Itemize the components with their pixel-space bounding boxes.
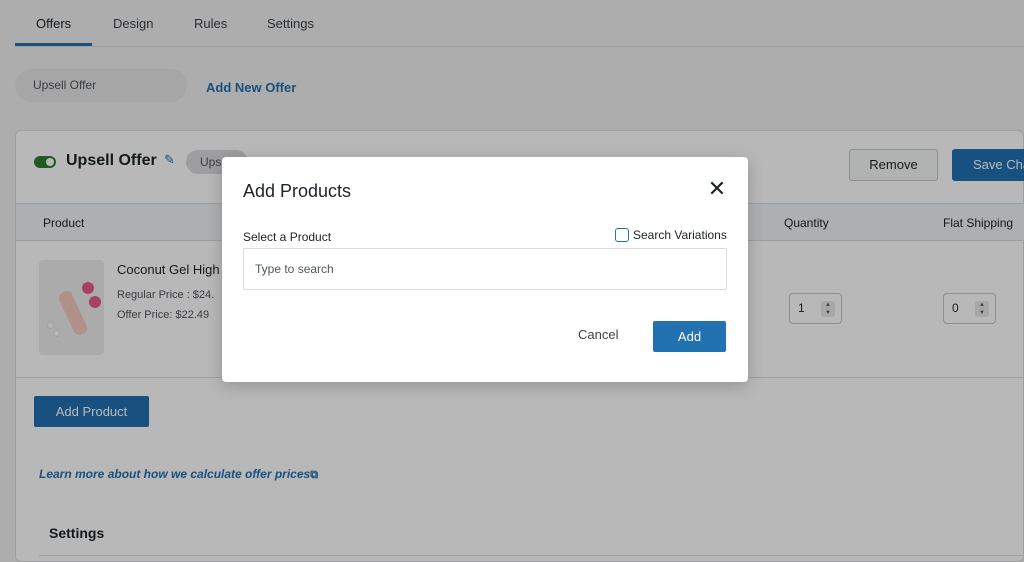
modal-title: Add Products xyxy=(243,181,352,201)
add-button[interactable]: Add xyxy=(653,321,726,352)
search-variations-label: Search Variations xyxy=(633,228,727,242)
close-icon[interactable]: ✕ xyxy=(706,178,728,201)
search-variations-option[interactable]: Search Variations xyxy=(615,228,727,242)
select-product-label: Select a Product xyxy=(243,230,332,244)
product-search-input[interactable] xyxy=(243,248,727,290)
cancel-button[interactable]: Cancel xyxy=(578,327,618,342)
page: Offers Design Rules Settings Upsell Offe… xyxy=(0,0,1024,562)
add-products-modal: Add Products ✕ Select a Product Search V… xyxy=(222,157,748,382)
search-variations-checkbox[interactable] xyxy=(615,228,629,242)
